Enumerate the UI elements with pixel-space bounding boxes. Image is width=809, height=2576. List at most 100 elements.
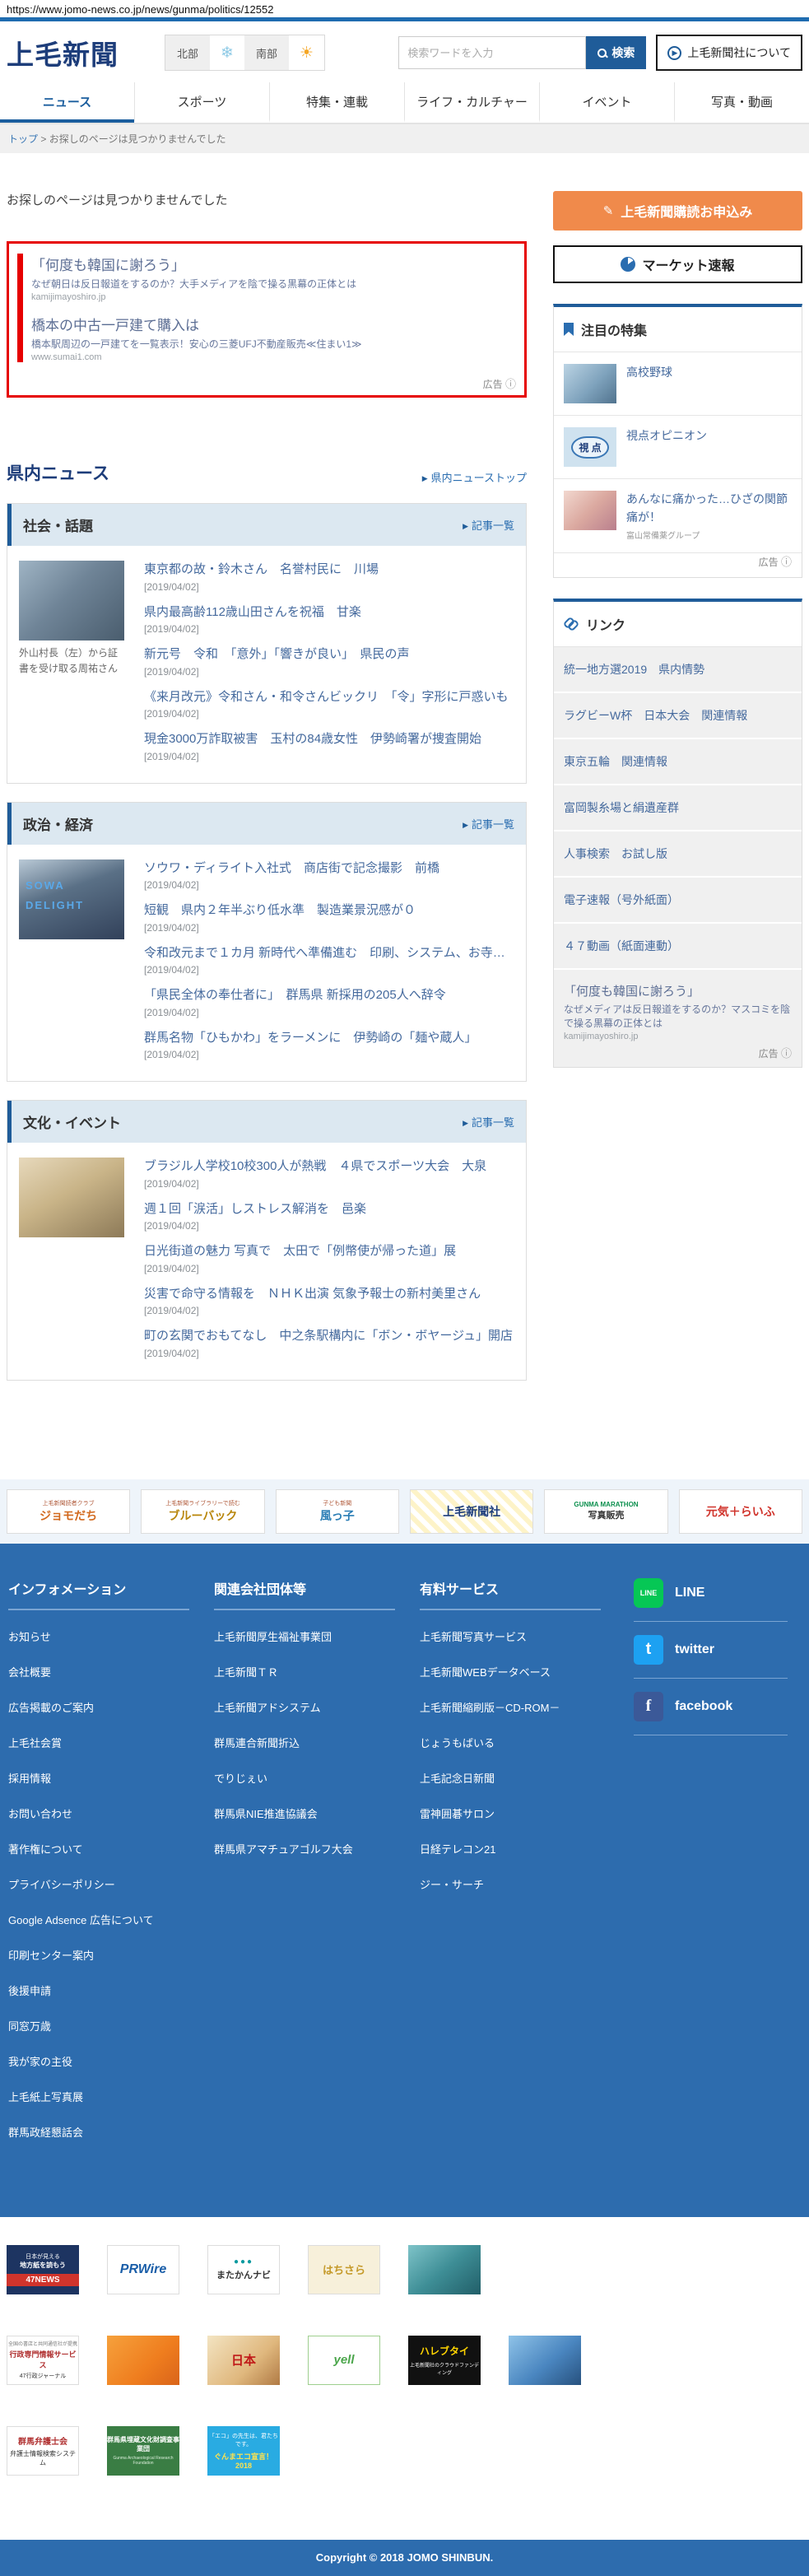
weather-widget[interactable]: 北部 ❄ 南部 ☀ [165,35,325,71]
banner-archaeological-foundation[interactable]: 群馬県埋蔵文化財調査事業団 Gunma Archaeological Resea… [107,2425,179,2476]
sidebar-link[interactable]: ４７動画（紙面連動） [554,924,802,969]
banner-matakan-navi[interactable]: ●●● またかんナビ [207,2244,280,2294]
featured-item-ad[interactable]: あんなに痛かった…ひざの関節痛が！ 富山常備薬グループ [554,479,802,554]
banner-eco-declaration[interactable]: 「エコ」の先生は、君たちです。 ぐんまエコ宣言！2018 [207,2425,280,2476]
ad-info-icon[interactable]: ⓘ [781,556,792,568]
featured-item-opinion[interactable]: 視 点 視点オピニオン [554,416,802,479]
prefecture-news-top-link[interactable]: ▶ 県内ニューストップ [422,469,527,485]
footer-link[interactable]: 後援申請 [8,1982,214,1998]
ad-choices-mark[interactable]: 広告 ⓘ [564,1045,792,1060]
footer-link[interactable]: 上毛新聞厚生福祉事業団 [214,1628,420,1644]
article-title-link[interactable]: 短観 県内２年半ぶり低水準 製造業景況感が０ [144,901,514,920]
ad-info-icon[interactable]: ⓘ [505,378,516,390]
footer-link[interactable]: ジー・サーチ [420,1876,625,1892]
banner-jomo-shinbunsha[interactable]: 上毛新聞社 [409,1488,534,1534]
tab-sports[interactable]: スポーツ [134,82,269,123]
banner-bar-association[interactable]: 群馬弁護士会 弁護士情報検索システム [7,2425,79,2476]
article-title-link[interactable]: 《来月改元》令和さん・和令さんビックリ 「令」字形に戸惑いも [144,688,514,707]
footer-link[interactable]: でりじぇい [214,1770,420,1786]
sns-facebook-link[interactable]: f facebook [634,1679,788,1735]
sidebar-link[interactable]: ラグビーW杯 日本大会 関連情報 [554,693,802,738]
site-logo[interactable]: 上毛新聞 [7,33,119,72]
footer-link[interactable]: 日経テレコン21 [420,1841,625,1856]
footer-link[interactable]: 著作権について [8,1841,214,1856]
market-report-button[interactable]: マーケット速報 [553,245,802,283]
ad-title[interactable]: 「何度も韓国に謝ろう」 [564,982,792,999]
tab-events[interactable]: イベント [539,82,674,123]
footer-link[interactable]: 群馬連合新聞折込 [214,1735,420,1750]
footer-link[interactable]: 同窓万歳 [8,2018,214,2033]
banner-kazakko[interactable]: 子ども新聞 風っ子 [275,1488,399,1534]
ad-choices-mark[interactable]: 広告 ⓘ [554,553,802,577]
footer-link[interactable]: Google Adsence 広告について [8,1912,214,1927]
article-title-link[interactable]: 群馬名物「ひもかわ」をラーメンに 伊勢崎の「麺や蔵人」 [144,1029,514,1048]
article-photo[interactable] [19,1158,124,1237]
footer-link[interactable]: 群馬県NIE推進協議会 [214,1805,420,1821]
tab-life-culture[interactable]: ライフ・カルチャー [404,82,539,123]
banner-47news[interactable]: 日本が見える 地方紙を読もう 47NEWS [7,2244,79,2294]
article-title-link[interactable]: 令和改元まで１カ月 新時代へ準備進む 印刷、システム、お寺… [144,944,514,963]
sns-line-link[interactable]: LINE LINE [634,1577,788,1622]
footer-link[interactable]: 上毛新聞アドシステム [214,1699,420,1715]
article-title-link[interactable]: 「県民全体の奉仕者に」 群馬県 新採用の205人へ辞令 [144,986,514,1005]
about-company-button[interactable]: ▶ 上毛新聞社について [656,35,802,71]
footer-link[interactable]: 上毛新聞ＴＲ [214,1664,420,1679]
breadcrumb-home-link[interactable]: トップ [8,133,38,145]
ad-choices-mark[interactable]: 広告 ⓘ [483,375,516,391]
footer-link[interactable]: 上毛社会賞 [8,1735,214,1750]
article-title-link[interactable]: 週１回「涙活」しストレス解消を 邑楽 [144,1200,514,1219]
banner-gyosei-journal[interactable]: 全国の書店と共同通信社が提携 行政専門情報サービス 47行政ジャーナル [7,2335,79,2385]
article-title-link[interactable]: ブラジル人学校10校300人が熱戦 ４県でスポーツ大会 大泉 [144,1158,514,1176]
subscribe-button[interactable]: ✎ 上毛新聞購読お申込み [553,191,802,231]
search-input[interactable] [398,36,587,69]
banner-jomodachi[interactable]: 上毛新聞読者クラブ ジョモだち [7,1488,131,1534]
footer-link[interactable]: プライバシーポリシー [8,1876,214,1892]
article-list-link[interactable]: ▶ 記事一覧 [463,517,514,533]
footer-link[interactable]: 上毛新聞縮刷版－CD-ROM－ [420,1699,625,1715]
banner-scenery-photo[interactable] [509,2335,581,2385]
article-title-link[interactable]: 新元号 令和 「意外」「響きが良い」 県民の声 [144,645,514,664]
footer-link[interactable]: じょうもばいる [420,1735,625,1750]
footer-link[interactable]: 上毛記念日新聞 [420,1770,625,1786]
footer-link[interactable]: 上毛新聞WEBデータベース [420,1664,625,1679]
tab-features[interactable]: 特集・連載 [269,82,404,123]
footer-link[interactable]: 広告掲載のご案内 [8,1699,214,1715]
article-photo[interactable]: SOWA DELIGHT [19,859,124,939]
sidebar-link[interactable]: 統一地方選2019 県内情勢 [554,647,802,692]
banner-nippon-food[interactable]: 日本 [207,2335,280,2385]
banner-bluebook[interactable]: 上毛新聞ライブラリーで読む ブルーバック [141,1488,265,1534]
article-list-link[interactable]: ▶ 記事一覧 [463,1114,514,1130]
sidebar-link[interactable]: 人事検索 お試し版 [554,831,802,877]
article-title-link[interactable]: 現金3000万詐取被害 玉村の84歳女性 伊勢崎署が捜査開始 [144,730,514,749]
sns-twitter-link[interactable]: t twitter [634,1622,788,1679]
article-photo[interactable] [19,561,124,641]
featured-item-baseball[interactable]: 高校野球 [554,352,802,416]
banner-yell[interactable]: yell [308,2335,380,2385]
sidebar-link[interactable]: 富岡製糸場と絹遺産群 [554,785,802,831]
footer-link[interactable]: 会社概要 [8,1664,214,1679]
sidebar-ad[interactable]: 「何度も韓国に謝ろう」 なぜメディアは反日報道をするのか？マスコミを陰で操る黒幕… [554,970,802,1068]
footer-link[interactable]: 上毛新聞写真サービス [420,1628,625,1644]
footer-link[interactable]: 上毛紙上写真展 [8,2089,214,2104]
article-title-link[interactable]: ソウワ・ディライト入社式 商店街で記念撮影 前橋 [144,859,514,878]
article-title-link[interactable]: 日光街道の魅力 写真で 太田で「例幣使が帰った道」展 [144,1242,514,1261]
article-title-link[interactable]: 県内最高齢112歳山田さんを祝福 甘楽 [144,603,514,622]
footer-link[interactable]: 群馬政経懇話会 [8,2124,214,2140]
banner-cooking[interactable] [107,2335,179,2385]
ad-item[interactable]: 橋本の中古一戸建て購入は 橋本駅周辺の一戸建てを一覧表示！安心の三菱UFJ不動産… [31,314,514,362]
tab-photo-video[interactable]: 写真・動画 [674,82,809,123]
article-title-link[interactable]: 東京都の故・鈴木さん 名誉村民に 川場 [144,561,514,580]
footer-link[interactable]: 群馬県アマチュアゴルフ大会 [214,1841,420,1856]
footer-link[interactable]: お知らせ [8,1628,214,1644]
tab-news[interactable]: ニュース [0,82,134,123]
banner-genki-life[interactable]: 元気＋らいふ [678,1488,802,1534]
footer-link[interactable]: 印刷センター案内 [8,1947,214,1963]
footer-link[interactable]: 我が家の主役 [8,2053,214,2069]
banner-prwire[interactable]: PRWire [107,2244,179,2294]
banner-gunma-marathon[interactable]: GUNMA MARATHON 写真販売 [544,1488,668,1534]
banner-tomioka-photo[interactable] [408,2244,481,2294]
sidebar-link[interactable]: 電子速報（号外紙面） [554,878,802,923]
browser-url-bar[interactable]: https://www.jomo-news.co.jp/news/gunma/p… [0,0,809,17]
footer-link[interactable]: 採用情報 [8,1770,214,1786]
search-button[interactable]: 検索 [586,36,647,69]
